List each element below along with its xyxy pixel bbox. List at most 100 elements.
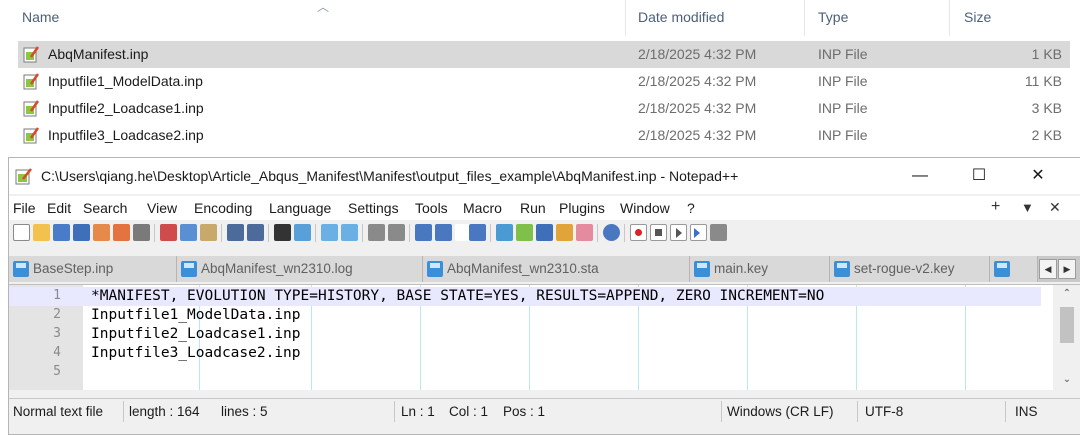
language-icon[interactable] xyxy=(496,224,513,241)
close-all-icon[interactable] xyxy=(113,224,130,241)
status-divider xyxy=(857,401,858,422)
sync-horizontal-icon[interactable] xyxy=(388,224,405,241)
minimize-button[interactable]: — xyxy=(897,158,943,194)
scroll-up-icon[interactable]: ⌃ xyxy=(1053,285,1080,303)
notepad-plus-plus-window: C:\Users\qiang.he\Desktop\Article_Abqus_… xyxy=(8,157,1080,435)
menu-help[interactable]: ? xyxy=(687,200,695,216)
scrollbar-thumb[interactable] xyxy=(1060,307,1074,343)
function-list-icon[interactable] xyxy=(536,224,553,241)
redo-icon[interactable] xyxy=(247,224,264,241)
file-row[interactable]: AbqManifest.inp 2/18/2025 4:32 PM INP Fi… xyxy=(18,41,1070,68)
tab-abqmanifest-log[interactable]: AbqManifest_wn2310.log xyxy=(177,256,423,282)
show-all-characters-icon[interactable] xyxy=(435,224,452,241)
indent-guide-icon[interactable] xyxy=(469,224,486,241)
tab-label: AbqManifest_wn2310.log xyxy=(201,261,353,276)
maximize-button[interactable]: ☐ xyxy=(956,158,1002,194)
file-row[interactable]: Inputfile2_Loadcase1.inp 2/18/2025 4:32 … xyxy=(18,95,1070,122)
menu-window[interactable]: Window xyxy=(620,200,670,216)
file-row[interactable]: Inputfile1_ModelData.inp 2/18/2025 4:32 … xyxy=(18,68,1070,95)
doc-map-icon[interactable] xyxy=(516,224,533,241)
tab-overflow[interactable] xyxy=(990,256,1038,282)
menu-encoding[interactable]: Encoding xyxy=(194,200,252,216)
tab-basestep[interactable]: BaseStep.inp xyxy=(9,256,177,282)
toolbar-separator xyxy=(409,224,410,242)
text-editor[interactable]: 1 *MANIFEST, EVOLUTION TYPE=HISTORY, BAS… xyxy=(9,284,1080,390)
cut-icon[interactable] xyxy=(160,224,177,241)
new-file-icon[interactable] xyxy=(13,224,30,241)
title-bar[interactable]: C:\Users\qiang.he\Desktop\Article_Abqus_… xyxy=(9,158,1080,194)
menu-file[interactable]: File xyxy=(13,200,36,216)
undo-icon[interactable] xyxy=(227,224,244,241)
play-macro-icon[interactable] xyxy=(670,224,687,241)
record-macro-icon[interactable] xyxy=(630,224,647,241)
file-explorer: ︿ Name Date modified Type Size AbqManife… xyxy=(0,0,1080,152)
folder-workspace-icon[interactable] xyxy=(556,224,573,241)
file-name: Inputfile2_Loadcase1.inp xyxy=(48,100,204,116)
save-all-icon[interactable] xyxy=(73,224,90,241)
menu-run[interactable]: Run xyxy=(520,200,546,216)
menu-edit[interactable]: Edit xyxy=(47,200,71,216)
editor-line[interactable]: 5 xyxy=(9,363,1041,382)
copy-icon[interactable] xyxy=(180,224,197,241)
menu-settings[interactable]: Settings xyxy=(348,200,399,216)
menu-tools[interactable]: Tools xyxy=(415,200,448,216)
column-name[interactable]: Name xyxy=(14,0,626,36)
open-file-icon[interactable] xyxy=(33,224,50,241)
add-icon[interactable]: + xyxy=(991,198,1000,216)
sync-vertical-icon[interactable] xyxy=(368,224,385,241)
eye-icon[interactable] xyxy=(603,224,620,241)
status-eol-format[interactable]: Windows (CR LF) xyxy=(727,404,834,419)
save-macro-icon[interactable] xyxy=(710,224,727,241)
menu-search[interactable]: Search xyxy=(83,200,127,216)
replace-icon[interactable] xyxy=(294,224,311,241)
tab-scroll-right-icon[interactable]: ▶ xyxy=(1058,259,1076,279)
menu-language[interactable]: Language xyxy=(269,200,331,216)
toolbar-separator xyxy=(362,224,363,242)
editor-line[interactable]: 1 *MANIFEST, EVOLUTION TYPE=HISTORY, BAS… xyxy=(9,287,1041,306)
run-macro-multiple-icon[interactable] xyxy=(690,224,707,241)
tab-abqmanifest-sta[interactable]: AbqManifest_wn2310.sta xyxy=(423,256,690,282)
file-type: INP File xyxy=(818,100,868,116)
tab-scroll-left-icon[interactable]: ◀ xyxy=(1039,259,1057,279)
status-insert-mode: INS xyxy=(1015,404,1038,419)
tab-main-key[interactable]: main.key xyxy=(690,256,830,282)
close-document-icon[interactable]: ✕ xyxy=(1049,199,1061,216)
status-divider xyxy=(721,401,722,422)
close-button[interactable]: ✕ xyxy=(1015,158,1061,194)
status-column: Col : 1 xyxy=(449,404,489,419)
menu-macro[interactable]: Macro xyxy=(463,200,502,216)
column-type[interactable]: Type xyxy=(810,0,950,36)
status-encoding[interactable]: UTF-8 xyxy=(865,404,903,419)
menu-view[interactable]: View xyxy=(147,200,177,216)
dropdown-icon[interactable]: ▼ xyxy=(1021,200,1034,215)
editor-line[interactable]: 3 Inputfile2_Loadcase1.inp xyxy=(9,325,1041,344)
find-icon[interactable] xyxy=(274,224,291,241)
zoom-out-icon[interactable] xyxy=(341,224,358,241)
editor-line[interactable]: 4 Inputfile3_Loadcase2.inp xyxy=(9,344,1041,363)
column-size[interactable]: Size xyxy=(956,0,1076,36)
line-text: *MANIFEST, EVOLUTION TYPE=HISTORY, BASE … xyxy=(91,288,825,304)
file-size: 11 KB xyxy=(1024,73,1062,89)
column-date-modified[interactable]: Date modified xyxy=(630,0,805,36)
tab-set-rogue[interactable]: set-rogue-v2.key xyxy=(830,256,990,282)
close-file-icon[interactable] xyxy=(93,224,110,241)
word-wrap-icon[interactable] xyxy=(415,224,432,241)
line-text: Inputfile1_ModelData.inp xyxy=(91,307,301,323)
file-date: 2/18/2025 4:32 PM xyxy=(638,73,757,89)
status-divider xyxy=(123,401,124,422)
column-header-row: ︿ Name Date modified Type Size xyxy=(0,0,1080,36)
file-size: 2 KB xyxy=(1031,127,1062,143)
print-icon[interactable] xyxy=(133,224,150,241)
monitoring-icon[interactable] xyxy=(576,224,593,241)
editor-line[interactable]: 2 Inputfile1_ModelData.inp xyxy=(9,306,1041,325)
file-row[interactable]: Inputfile3_Loadcase2.inp 2/18/2025 4:32 … xyxy=(18,122,1070,149)
scroll-down-icon[interactable]: ⌄ xyxy=(1053,371,1080,389)
save-icon[interactable] xyxy=(53,224,70,241)
save-disk-icon xyxy=(13,261,29,277)
zoom-in-icon[interactable] xyxy=(321,224,338,241)
line-number: 3 xyxy=(53,326,61,341)
paste-icon[interactable] xyxy=(200,224,217,241)
stop-macro-icon[interactable] xyxy=(650,224,667,241)
vertical-scrollbar[interactable]: ⌃ ⌄ xyxy=(1053,285,1080,390)
menu-plugins[interactable]: Plugins xyxy=(559,200,605,216)
